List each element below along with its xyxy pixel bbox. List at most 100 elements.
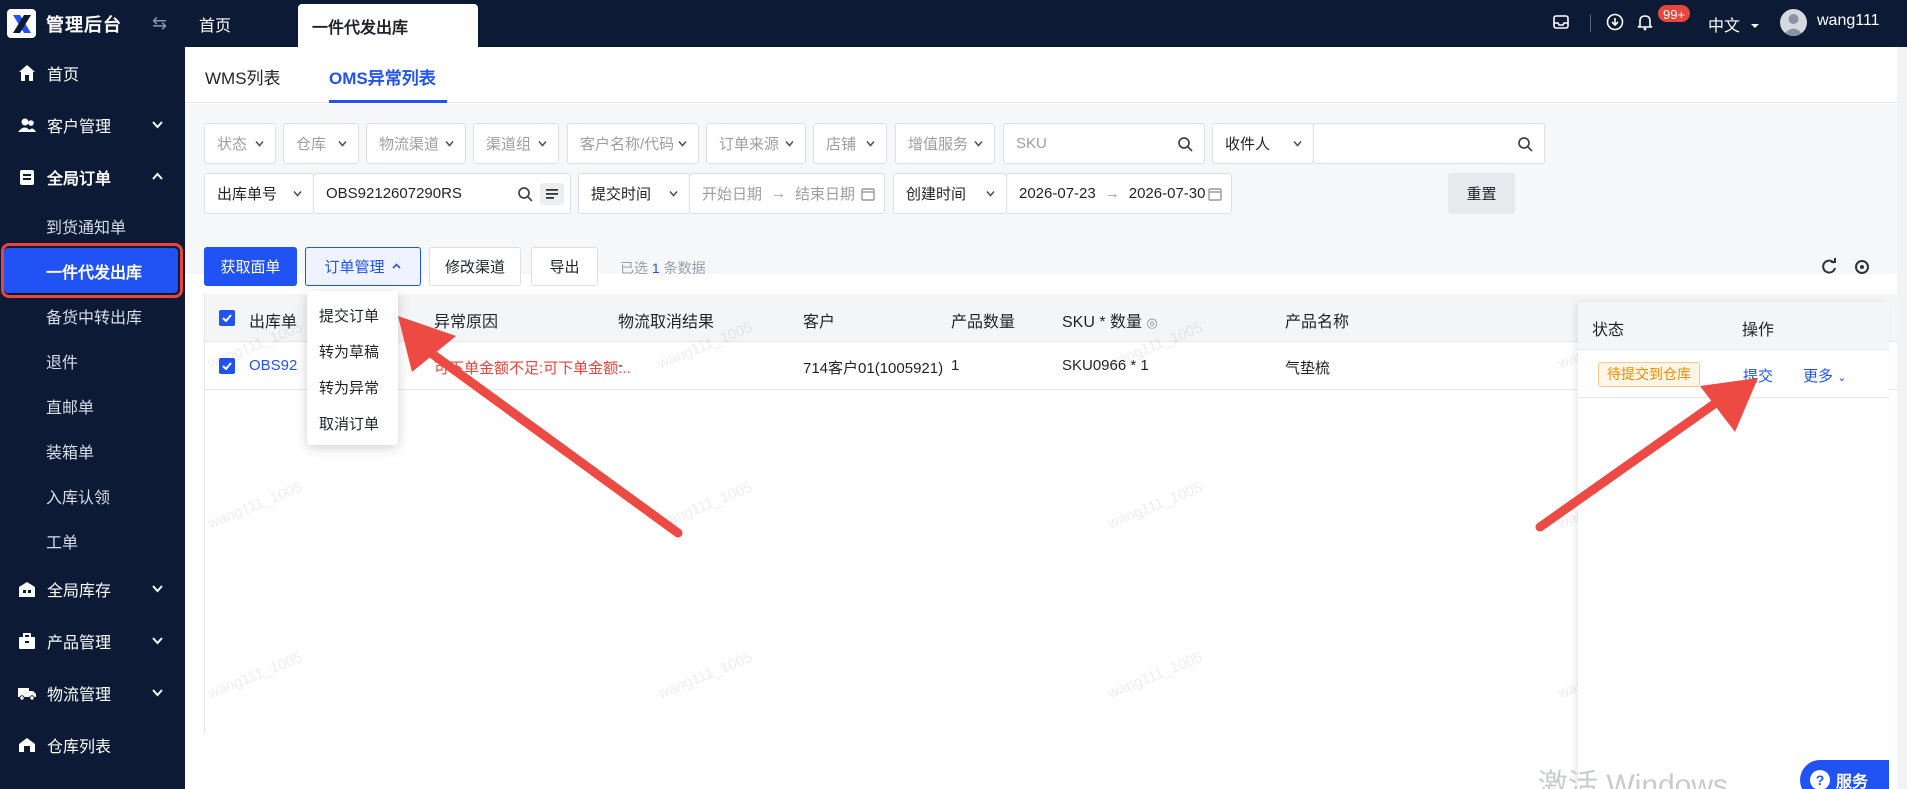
create-date-range[interactable]: 2026-07-23 → 2026-07-30	[1006, 173, 1232, 214]
sidebar-subitem[interactable]: 装箱单	[0, 428, 185, 473]
fixed-header: 状态 操作	[1578, 302, 1889, 350]
select-value: 提交时间	[591, 186, 652, 203]
sidebar-item-home[interactable]: 首页	[0, 47, 185, 99]
sidebar-item-orders[interactable]: 全局订单	[0, 151, 185, 203]
sidebar-item-label: 全局库存	[47, 583, 112, 600]
sidebar-subitem[interactable]: 到货通知单	[0, 203, 185, 248]
sidebar-subitem[interactable]: 入库认领	[0, 473, 185, 518]
chevron-down-icon: ⌄	[1837, 372, 1847, 384]
search-icon[interactable]	[516, 185, 534, 203]
menu-item-cancel-order[interactable]: 取消订单	[307, 405, 398, 441]
menu-item-submit-order[interactable]: 提交订单	[307, 297, 398, 333]
chevron-down-icon	[866, 140, 875, 147]
search-icon[interactable]	[1516, 135, 1534, 153]
submit-action-link[interactable]: 提交	[1743, 365, 1773, 386]
sidebar-item-logistics[interactable]: 物流管理	[0, 667, 185, 719]
sidebar-item-customers[interactable]: 客户管理	[0, 99, 185, 151]
reset-button[interactable]: 重置	[1448, 173, 1515, 214]
batch-input-icon[interactable]	[540, 183, 564, 205]
brand-title: 管理后台	[46, 14, 122, 35]
sidebar-subitem[interactable]: 直邮单	[0, 383, 185, 428]
menu-item-to-draft[interactable]: 转为草稿	[307, 333, 398, 369]
select-value: 收件人	[1225, 136, 1271, 153]
order-no-field-select[interactable]: 出库单号	[204, 173, 314, 214]
customer-select[interactable]: 客户名称/代码	[567, 123, 699, 164]
sidebar-subitem[interactable]: 退件	[0, 338, 185, 383]
top-bar: 首页 一件代发出库 99+ 中文 wang111	[185, 0, 1907, 47]
tab-home[interactable]: 首页	[199, 0, 231, 47]
username[interactable]: wang111	[1817, 12, 1880, 30]
bell-icon[interactable]	[1634, 11, 1656, 33]
order-no-input[interactable]: OBS9212607290RS	[313, 173, 571, 214]
divider	[1590, 14, 1591, 32]
select-placeholder: 渠道组	[486, 136, 532, 153]
language-select[interactable]: 中文	[1708, 12, 1760, 36]
page-scrollbar[interactable]	[1897, 47, 1907, 789]
inbox-icon[interactable]	[1550, 11, 1572, 33]
exception-reason: 可下单金额不足:可下单金额...	[434, 360, 631, 377]
avatar[interactable]	[1780, 9, 1807, 36]
col-cancel-result: 物流取消结果	[618, 314, 715, 331]
tab-wms-list[interactable]: WMS列表	[205, 64, 281, 89]
menu-item-to-exception[interactable]: 转为异常	[307, 369, 398, 405]
tab-dropship-outbound[interactable]: 一件代发出库	[298, 4, 478, 47]
collapse-toggle-icon[interactable]: ⇆	[152, 13, 167, 34]
submit-time-field-select[interactable]: 提交时间	[578, 173, 690, 214]
logistics-channel-select[interactable]: 物流渠道	[366, 123, 466, 164]
sidebar-item-products[interactable]: 产品管理	[0, 615, 185, 667]
input-placeholder: SKU	[1016, 135, 1047, 152]
more-actions-link[interactable]: 更多 ⌄	[1803, 365, 1846, 386]
select-value: 创建时间	[906, 186, 967, 203]
more-label: 更多	[1803, 368, 1834, 385]
download-icon[interactable]	[1604, 11, 1626, 33]
sidebar-item-label: 首页	[47, 67, 80, 84]
col-actions: 操作	[1742, 322, 1775, 339]
building-icon	[17, 735, 37, 755]
col-exception-reason: 异常原因	[434, 314, 499, 331]
calendar-icon	[861, 188, 875, 201]
col-sku-qty: SKU * 数量 ◎	[1062, 308, 1158, 332]
active-tab-indicator	[329, 100, 447, 103]
submit-date-range[interactable]: 开始日期 → 结束日期	[689, 173, 885, 214]
product-name: 气垫梳	[1285, 360, 1331, 377]
value-added-service-select[interactable]: 增值服务	[895, 123, 995, 164]
warehouse-icon	[17, 579, 37, 599]
channel-group-select[interactable]: 渠道组	[473, 123, 559, 164]
search-icon[interactable]	[1176, 135, 1194, 153]
modify-channel-button[interactable]: 修改渠道	[429, 247, 521, 286]
order-no-link[interactable]: OBS92	[249, 357, 297, 374]
receiver-field-select[interactable]: 收件人	[1212, 123, 1314, 164]
truck-icon	[17, 683, 37, 703]
start-date-placeholder: 开始日期	[702, 186, 763, 203]
status-select[interactable]: 状态	[204, 123, 276, 164]
settings-icon[interactable]	[1852, 257, 1872, 277]
refresh-icon[interactable]	[1819, 257, 1839, 277]
chevron-down-icon	[255, 140, 264, 147]
sku-search-input[interactable]: SKU	[1003, 123, 1205, 164]
sidebar-item-label: 全局订单	[47, 171, 112, 188]
get-label-button[interactable]: 获取面单	[204, 247, 297, 286]
subtabs: WMS列表 OMS异常列表	[185, 47, 1897, 103]
create-time-field-select[interactable]: 创建时间	[893, 173, 1007, 214]
shop-select[interactable]: 店铺	[813, 123, 887, 164]
order-source-select[interactable]: 订单来源	[706, 123, 806, 164]
export-button[interactable]: 导出	[531, 247, 598, 286]
sidebar-item-label: 仓库列表	[47, 739, 112, 756]
sidebar-subitem[interactable]: 备货中转出库	[0, 293, 185, 338]
chevron-down-icon	[986, 190, 995, 197]
sidebar-item-warehouses[interactable]: 仓库列表	[0, 719, 185, 771]
receiver-search-input[interactable]	[1313, 123, 1545, 164]
sidebar-item-inventory[interactable]: 全局库存	[0, 563, 185, 615]
row-checkbox[interactable]	[219, 358, 235, 374]
sidebar-subitem[interactable]: 工单	[0, 518, 185, 563]
sidebar-item-label: 物流管理	[47, 687, 112, 704]
order-management-button[interactable]: 订单管理	[305, 247, 421, 286]
select-placeholder: 订单来源	[719, 136, 780, 153]
warehouse-select[interactable]: 仓库	[283, 123, 359, 164]
tab-oms-exception-list[interactable]: OMS异常列表	[329, 64, 436, 89]
calendar-icon	[1208, 188, 1222, 201]
select-all-checkbox[interactable]	[219, 310, 235, 326]
service-button[interactable]: ? 服务	[1800, 760, 1889, 789]
info-icon: ◎	[1146, 315, 1158, 330]
sidebar-subitem-active[interactable]: 一件代发出库	[1, 243, 183, 298]
